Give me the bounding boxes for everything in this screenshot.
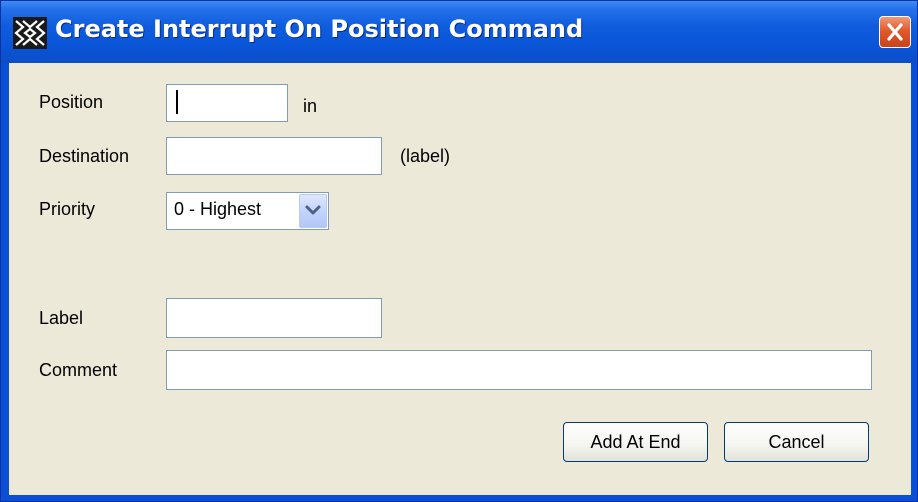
add-at-end-button[interactable]: Add At End <box>563 422 708 462</box>
position-unit-label: in <box>303 96 318 116</box>
close-icon <box>887 23 903 41</box>
priority-label: Priority <box>39 199 96 219</box>
comment-label: Comment <box>39 360 118 380</box>
priority-selected-value: 0 - Highest <box>174 199 262 219</box>
window-title: Create Interrupt On Position Command <box>55 15 584 43</box>
cancel-button-label: Cancel <box>768 432 825 452</box>
priority-dropdown-button[interactable] <box>299 194 327 228</box>
cancel-button[interactable]: Cancel <box>724 422 869 462</box>
destination-input[interactable] <box>166 137 382 175</box>
destination-label: Destination <box>39 146 130 166</box>
priority-select[interactable]: 0 - Highest <box>166 192 329 230</box>
add-at-end-button-label: Add At End <box>590 432 681 452</box>
destination-hint: (label) <box>400 146 451 166</box>
position-input[interactable] <box>166 84 288 122</box>
chevron-down-icon <box>305 205 321 215</box>
position-label: Position <box>39 92 104 112</box>
title-bar[interactable]: Create Interrupt On Position Command <box>1 1 917 63</box>
comment-input[interactable] <box>166 350 872 390</box>
label-field-label: Label <box>39 308 84 328</box>
label-input[interactable] <box>166 298 382 338</box>
close-button[interactable] <box>879 16 911 48</box>
app-icon <box>13 17 47 49</box>
text-caret <box>176 90 178 114</box>
